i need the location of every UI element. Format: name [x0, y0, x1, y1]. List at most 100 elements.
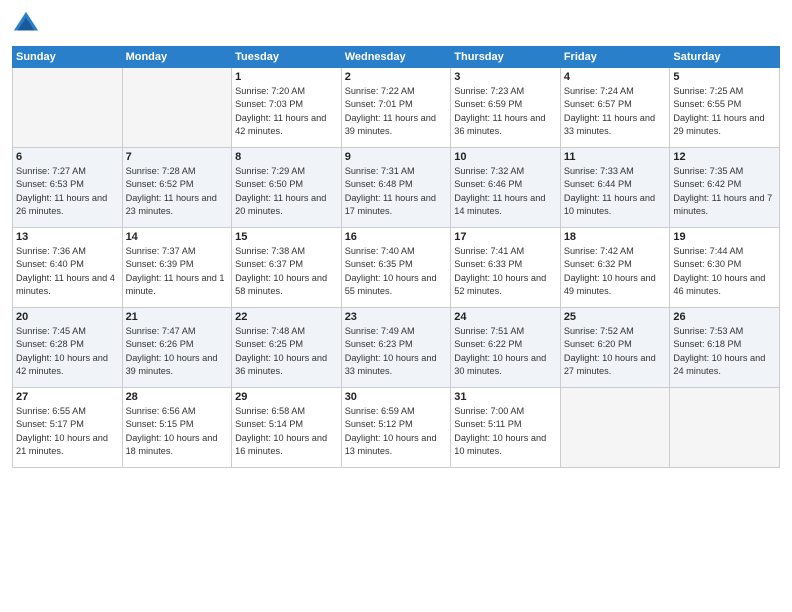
day-info: Sunrise: 7:53 AM Sunset: 6:18 PM Dayligh… — [673, 325, 776, 378]
calendar-day-cell: 21Sunrise: 7:47 AM Sunset: 6:26 PM Dayli… — [122, 308, 232, 388]
day-info: Sunrise: 7:29 AM Sunset: 6:50 PM Dayligh… — [235, 165, 338, 218]
day-number: 28 — [126, 391, 229, 403]
day-number: 12 — [673, 151, 776, 163]
calendar-day-cell: 9Sunrise: 7:31 AM Sunset: 6:48 PM Daylig… — [341, 148, 451, 228]
calendar-day-cell: 25Sunrise: 7:52 AM Sunset: 6:20 PM Dayli… — [560, 308, 670, 388]
day-info: Sunrise: 7:24 AM Sunset: 6:57 PM Dayligh… — [564, 85, 667, 138]
calendar-day-cell: 3Sunrise: 7:23 AM Sunset: 6:59 PM Daylig… — [451, 68, 561, 148]
calendar-day-cell: 19 Sunrise: 7:44 AM Sunset: 6:30 PM Dayli… — [670, 228, 780, 308]
weekday-header-cell: Saturday — [670, 47, 780, 68]
day-info: Sunrise: 7:22 AM Sunset: 7:01 PM Dayligh… — [345, 85, 448, 138]
day-info: Sunrise: 7:51 AM Sunset: 6:22 PM Dayligh… — [454, 325, 557, 378]
logo-icon — [12, 10, 40, 38]
calendar-day-cell: 16 Sunrise: 7:40 AM Sunset: 6:35 PM Dayli… — [341, 228, 451, 308]
calendar-day-cell: 12Sunrise: 7:35 AM Sunset: 6:42 PM Dayli… — [670, 148, 780, 228]
day-number: 15 — [235, 231, 338, 243]
day-info: Sunrise: 7:47 AM Sunset: 6:26 PM Dayligh… — [126, 325, 229, 378]
day-info: Sunrise: 7:32 AM Sunset: 6:46 PM Dayligh… — [454, 165, 557, 218]
weekday-header-cell: Friday — [560, 47, 670, 68]
day-info: Sunrise: 7:00 AM Sunset: 5:11 PM Dayligh… — [454, 405, 557, 458]
calendar-day-cell: 18 Sunrise: 7:42 AM Sunset: 6:32 PM Dayli… — [560, 228, 670, 308]
calendar-day-cell: 7 Sunrise: 7:28 AM Sunset: 6:52 PM Daylig… — [122, 148, 232, 228]
calendar-day-cell: 31 Sunrise: 7:00 AM Sunset: 5:11 PM Dayli… — [451, 388, 561, 468]
page-header — [12, 10, 780, 38]
day-number: 3 — [454, 71, 557, 83]
day-number: 23 — [345, 311, 448, 323]
day-info: Sunrise: 7:37 AM Sunset: 6:39 PM Dayligh… — [126, 245, 229, 298]
day-number: 18 — [564, 231, 667, 243]
day-info: Sunrise: 6:56 AM Sunset: 5:15 PM Dayligh… — [126, 405, 229, 458]
calendar-week-row: 1 Sunrise: 7:20 AM Sunset: 7:03 PM Daylig… — [13, 68, 780, 148]
calendar-day-cell: 20Sunrise: 7:45 AM Sunset: 6:28 PM Dayli… — [13, 308, 123, 388]
day-info: Sunrise: 7:36 AM Sunset: 6:40 PM Dayligh… — [16, 245, 119, 298]
calendar-day-cell: 26 Sunrise: 7:53 AM Sunset: 6:18 PM Dayli… — [670, 308, 780, 388]
calendar-table: SundayMondayTuesdayWednesdayThursdayFrid… — [12, 46, 780, 468]
day-info: Sunrise: 7:27 AM Sunset: 6:53 PM Dayligh… — [16, 165, 119, 218]
day-info: Sunrise: 7:49 AM Sunset: 6:23 PM Dayligh… — [345, 325, 448, 378]
day-number: 6 — [16, 151, 119, 163]
weekday-header-cell: Tuesday — [232, 47, 342, 68]
calendar-week-row: 13 Sunrise: 7:36 AM Sunset: 6:40 PM Dayli… — [13, 228, 780, 308]
day-number: 14 — [126, 231, 229, 243]
day-info: Sunrise: 7:40 AM Sunset: 6:35 PM Dayligh… — [345, 245, 448, 298]
weekday-header-cell: Sunday — [13, 47, 123, 68]
day-number: 30 — [345, 391, 448, 403]
calendar-day-cell: 13 Sunrise: 7:36 AM Sunset: 6:40 PM Dayli… — [13, 228, 123, 308]
calendar-day-cell — [560, 388, 670, 468]
calendar-day-cell: 15 Sunrise: 7:38 AM Sunset: 6:37 PM Dayli… — [232, 228, 342, 308]
day-info: Sunrise: 7:48 AM Sunset: 6:25 PM Dayligh… — [235, 325, 338, 378]
calendar-day-cell: 23 Sunrise: 7:49 AM Sunset: 6:23 PM Dayli… — [341, 308, 451, 388]
logo — [12, 10, 44, 38]
day-number: 22 — [235, 311, 338, 323]
calendar-week-row: 27 Sunrise: 6:55 AM Sunset: 5:17 PM Dayli… — [13, 388, 780, 468]
calendar-day-cell: 30 Sunrise: 6:59 AM Sunset: 5:12 PM Dayli… — [341, 388, 451, 468]
weekday-header-cell: Monday — [122, 47, 232, 68]
calendar-day-cell: 4 Sunrise: 7:24 AM Sunset: 6:57 PM Daylig… — [560, 68, 670, 148]
day-number: 26 — [673, 311, 776, 323]
day-number: 31 — [454, 391, 557, 403]
day-info: Sunrise: 7:20 AM Sunset: 7:03 PM Dayligh… — [235, 85, 338, 138]
day-info: Sunrise: 7:28 AM Sunset: 6:52 PM Dayligh… — [126, 165, 229, 218]
day-info: Sunrise: 7:42 AM Sunset: 6:32 PM Dayligh… — [564, 245, 667, 298]
day-number: 20 — [16, 311, 119, 323]
calendar-day-cell: 27 Sunrise: 6:55 AM Sunset: 5:17 PM Dayli… — [13, 388, 123, 468]
day-number: 4 — [564, 71, 667, 83]
weekday-header-row: SundayMondayTuesdayWednesdayThursdayFrid… — [13, 47, 780, 68]
day-number: 16 — [345, 231, 448, 243]
calendar-day-cell: 22 Sunrise: 7:48 AM Sunset: 6:25 PM Dayli… — [232, 308, 342, 388]
weekday-header-cell: Thursday — [451, 47, 561, 68]
calendar-day-cell: 2 Sunrise: 7:22 AM Sunset: 7:01 PM Daylig… — [341, 68, 451, 148]
calendar-day-cell: 29Sunrise: 6:58 AM Sunset: 5:14 PM Dayli… — [232, 388, 342, 468]
day-number: 5 — [673, 71, 776, 83]
calendar-week-row: 20Sunrise: 7:45 AM Sunset: 6:28 PM Dayli… — [13, 308, 780, 388]
calendar-day-cell — [13, 68, 123, 148]
day-info: Sunrise: 7:33 AM Sunset: 6:44 PM Dayligh… — [564, 165, 667, 218]
day-number: 17 — [454, 231, 557, 243]
calendar-day-cell: 17 Sunrise: 7:41 AM Sunset: 6:33 PM Dayli… — [451, 228, 561, 308]
day-number: 25 — [564, 311, 667, 323]
calendar-day-cell: 14 Sunrise: 7:37 AM Sunset: 6:39 PM Dayli… — [122, 228, 232, 308]
day-info: Sunrise: 7:31 AM Sunset: 6:48 PM Dayligh… — [345, 165, 448, 218]
day-info: Sunrise: 6:58 AM Sunset: 5:14 PM Dayligh… — [235, 405, 338, 458]
day-number: 7 — [126, 151, 229, 163]
weekday-header-cell: Wednesday — [341, 47, 451, 68]
calendar-week-row: 6 Sunrise: 7:27 AM Sunset: 6:53 PM Daylig… — [13, 148, 780, 228]
day-number: 19 — [673, 231, 776, 243]
day-info: Sunrise: 7:44 AM Sunset: 6:30 PM Dayligh… — [673, 245, 776, 298]
calendar-day-cell: 11Sunrise: 7:33 AM Sunset: 6:44 PM Dayli… — [560, 148, 670, 228]
day-info: Sunrise: 7:41 AM Sunset: 6:33 PM Dayligh… — [454, 245, 557, 298]
day-number: 2 — [345, 71, 448, 83]
day-info: Sunrise: 6:59 AM Sunset: 5:12 PM Dayligh… — [345, 405, 448, 458]
day-info: Sunrise: 6:55 AM Sunset: 5:17 PM Dayligh… — [16, 405, 119, 458]
calendar-day-cell: 1 Sunrise: 7:20 AM Sunset: 7:03 PM Daylig… — [232, 68, 342, 148]
calendar-day-cell: 10 Sunrise: 7:32 AM Sunset: 6:46 PM Dayli… — [451, 148, 561, 228]
day-number: 1 — [235, 71, 338, 83]
day-number: 10 — [454, 151, 557, 163]
day-number: 27 — [16, 391, 119, 403]
calendar-day-cell: 6 Sunrise: 7:27 AM Sunset: 6:53 PM Daylig… — [13, 148, 123, 228]
day-number: 13 — [16, 231, 119, 243]
day-info: Sunrise: 7:38 AM Sunset: 6:37 PM Dayligh… — [235, 245, 338, 298]
day-info: Sunrise: 7:25 AM Sunset: 6:55 PM Dayligh… — [673, 85, 776, 138]
day-number: 24 — [454, 311, 557, 323]
calendar-body: 1 Sunrise: 7:20 AM Sunset: 7:03 PM Daylig… — [13, 68, 780, 468]
